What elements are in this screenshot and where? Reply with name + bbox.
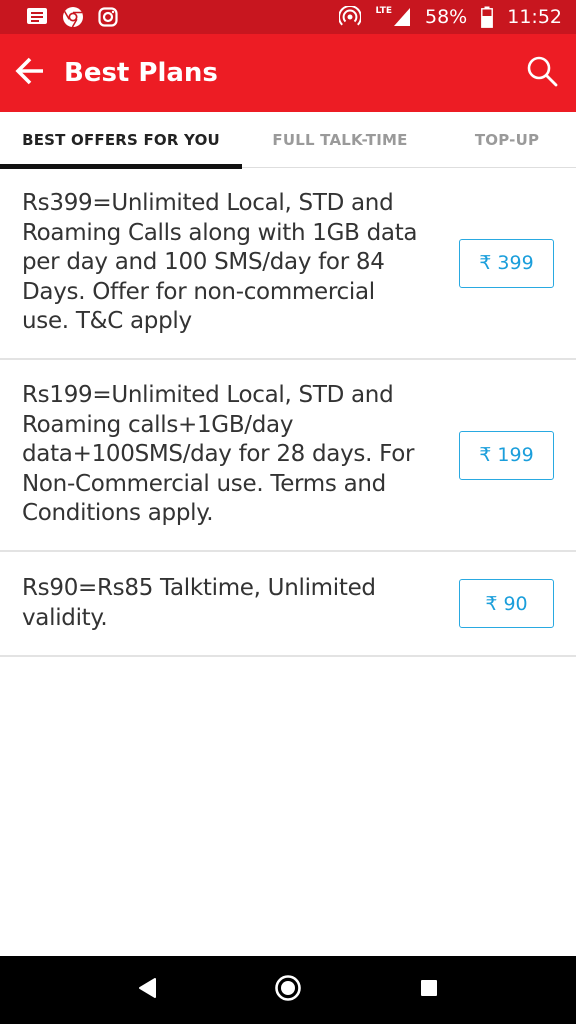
- plan-description: Rs399=Unlimited Local, STD and Roaming C…: [22, 190, 418, 335]
- search-icon: [526, 55, 558, 92]
- back-triangle-icon: [137, 977, 157, 1004]
- clock: 11:52: [507, 6, 562, 28]
- tab-bar: BEST OFFERS FOR YOU FULL TALK-TIME TOP-U…: [0, 112, 576, 169]
- price-button[interactable]: ₹ 199: [459, 430, 554, 480]
- message-icon: [26, 7, 48, 27]
- back-button[interactable]: [2, 45, 58, 101]
- price-button[interactable]: ₹ 90: [459, 579, 554, 628]
- plan-item[interactable]: Rs199=Unlimited Local, STD and Roaming c…: [0, 360, 576, 552]
- tab-best-offers[interactable]: BEST OFFERS FOR YOU: [0, 112, 242, 169]
- chrome-icon: [62, 6, 84, 28]
- network-indicator: LTE: [375, 7, 411, 27]
- status-bar: LTE 58% 11:52: [0, 0, 576, 34]
- page-title: Best Plans: [64, 58, 218, 88]
- plan-list: Rs399=Unlimited Local, STD and Roaming C…: [0, 168, 576, 657]
- system-status: LTE 58% 11:52: [339, 6, 562, 28]
- signal-icon: [393, 7, 411, 27]
- plan-item[interactable]: Rs399=Unlimited Local, STD and Roaming C…: [0, 168, 576, 360]
- recents-square-icon: [419, 978, 439, 1003]
- instagram-icon: [98, 7, 118, 27]
- price-button[interactable]: ₹ 399: [459, 238, 554, 288]
- app-bar: Best Plans: [0, 34, 576, 112]
- network-type: LTE: [375, 6, 392, 16]
- battery-icon: [481, 6, 494, 28]
- plan-description: Rs199=Unlimited Local, STD and Roaming c…: [22, 382, 415, 527]
- nav-back-button[interactable]: [117, 960, 177, 1020]
- plan-item[interactable]: Rs90=Rs85 Talktime, Unlimited validity. …: [0, 552, 576, 657]
- home-circle-icon: [274, 974, 302, 1007]
- system-nav-bar: [0, 956, 576, 1024]
- search-button[interactable]: [514, 45, 570, 101]
- hotspot-icon: [339, 6, 362, 28]
- tab-full-talk-time[interactable]: FULL TALK-TIME: [242, 112, 438, 168]
- nav-recents-button[interactable]: [399, 960, 459, 1020]
- tab-top-up[interactable]: TOP-UP: [438, 112, 576, 168]
- battery-percent: 58%: [425, 6, 468, 28]
- nav-home-button[interactable]: [258, 960, 318, 1020]
- back-arrow-icon: [15, 57, 45, 90]
- plan-description: Rs90=Rs85 Talktime, Unlimited validity.: [22, 575, 376, 631]
- notification-icons: [26, 6, 118, 28]
